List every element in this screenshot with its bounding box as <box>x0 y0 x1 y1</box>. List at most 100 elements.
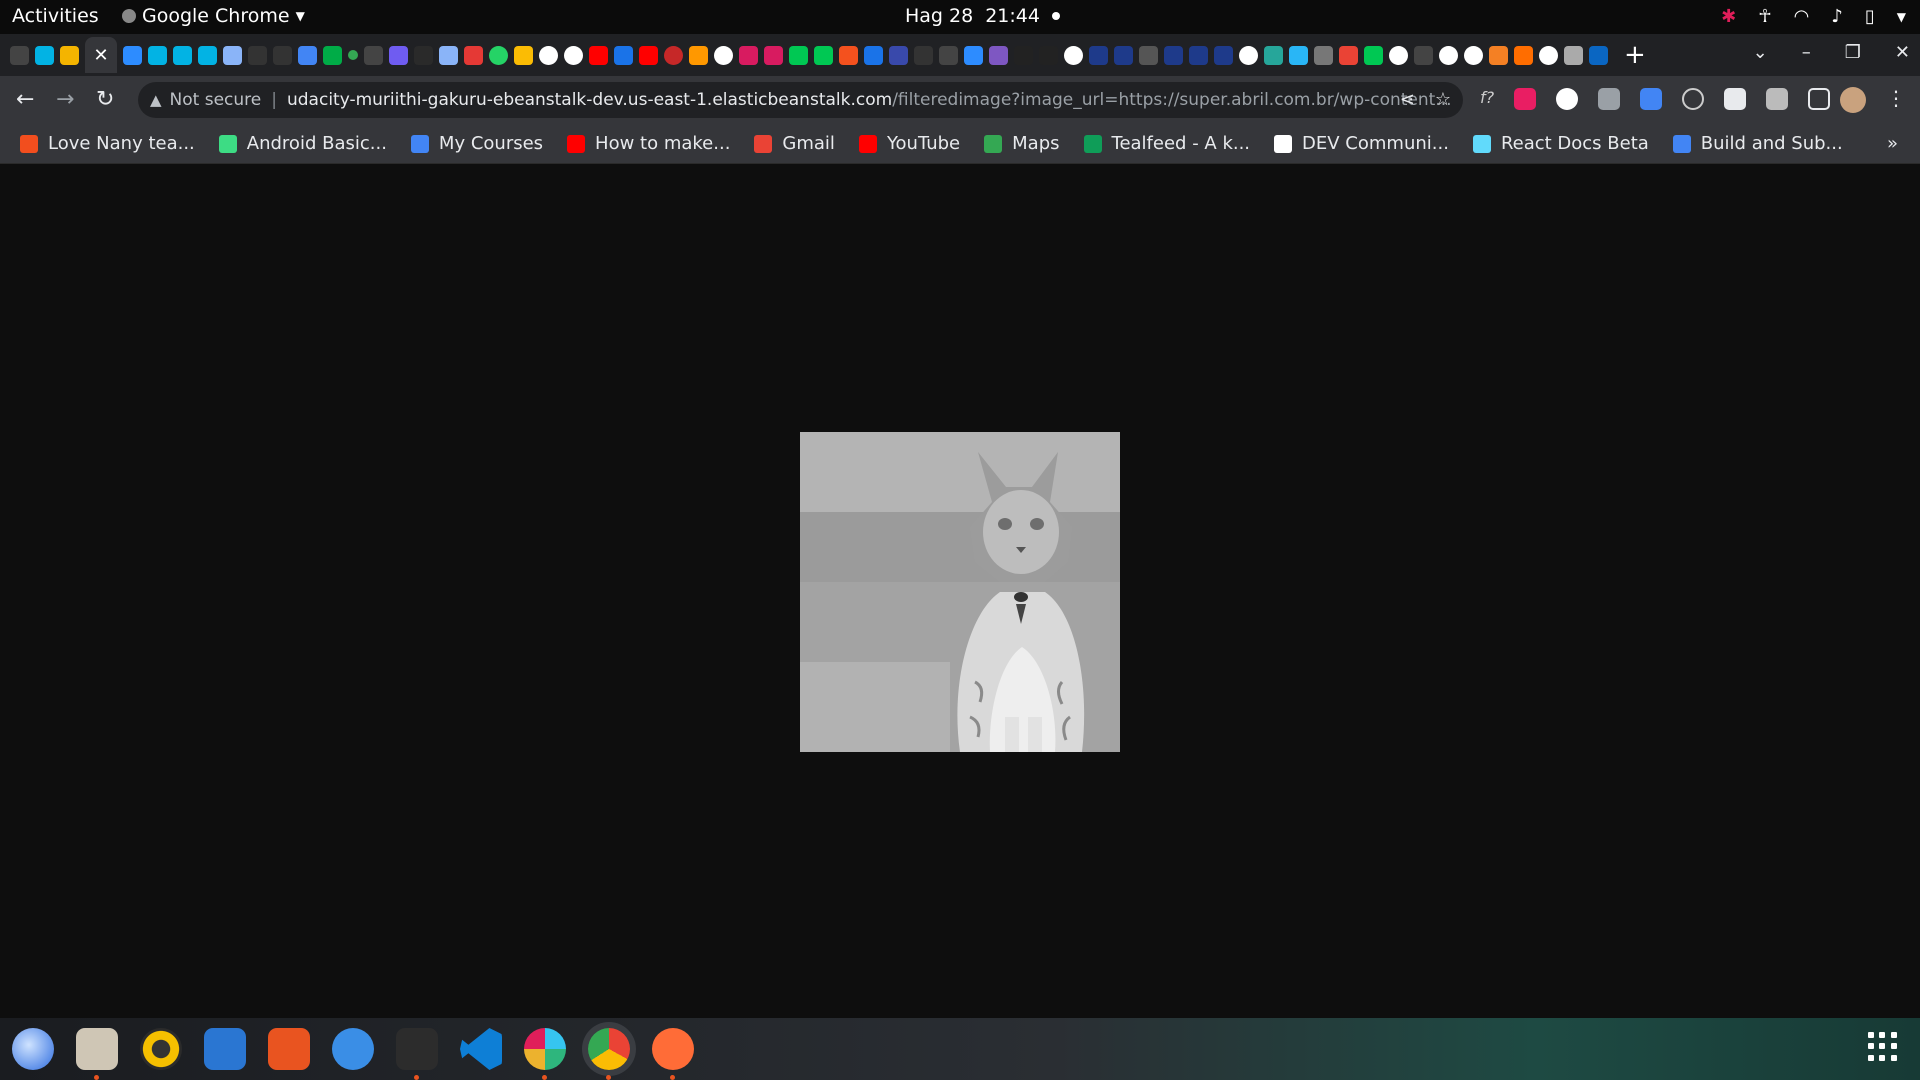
tab-favicon-icon[interactable] <box>739 45 758 65</box>
bookmark-item[interactable]: Maps <box>984 133 1060 154</box>
warning-triangle-icon[interactable]: ▲ <box>150 91 162 109</box>
tab-favicon-icon[interactable] <box>839 45 858 65</box>
show-applications-icon[interactable] <box>1868 1032 1898 1062</box>
tab-favicon-icon[interactable] <box>864 45 883 65</box>
tab-favicon-icon[interactable] <box>564 45 583 65</box>
tab-favicon-icon[interactable] <box>1589 45 1608 65</box>
tab-favicon-icon[interactable] <box>323 45 342 65</box>
extension-icon[interactable] <box>1556 88 1579 110</box>
tab-favicon-icon[interactable] <box>1364 45 1383 65</box>
tab-favicon-icon[interactable] <box>198 45 217 65</box>
tab-favicon-icon[interactable] <box>60 45 79 65</box>
tab-active-close-button[interactable]: ✕ <box>85 37 117 73</box>
terminal-icon[interactable] <box>396 1028 438 1080</box>
share-icon[interactable]: ⋖ <box>1400 89 1415 110</box>
tab-favicon-icon[interactable] <box>173 45 192 65</box>
tab-favicon-icon[interactable] <box>639 45 658 65</box>
vscode-icon[interactable] <box>460 1028 502 1070</box>
help-icon[interactable] <box>332 1028 374 1070</box>
tab-favicon-icon[interactable] <box>1514 45 1533 65</box>
bookmark-item[interactable]: Gmail <box>754 133 835 154</box>
tab-favicon-icon[interactable] <box>814 45 833 65</box>
slack-icon[interactable] <box>524 1028 566 1080</box>
writer-icon[interactable] <box>204 1028 246 1070</box>
tab-favicon-icon[interactable] <box>514 45 533 65</box>
system-tray[interactable]: ✱ ☥ ◠ ♪ ▯ ▼ <box>1721 6 1906 27</box>
tab-favicon-icon[interactable] <box>689 45 708 65</box>
app-menu[interactable]: Google Chrome ▼ <box>122 5 305 27</box>
formula-extension-icon[interactable]: f? <box>1480 88 1494 110</box>
bookmark-item[interactable]: YouTube <box>858 133 960 154</box>
battery-icon[interactable]: ▯ <box>1865 6 1875 27</box>
slack-tray-icon[interactable]: ✱ <box>1721 6 1736 27</box>
tab-favicon-icon[interactable] <box>223 45 242 65</box>
filtered-cat-image[interactable] <box>800 432 1120 752</box>
tab-favicon-icon[interactable] <box>1489 45 1508 65</box>
vue-devtools-icon[interactable] <box>1598 88 1621 110</box>
tab-favicon-icon[interactable] <box>589 45 608 65</box>
extension-icon[interactable] <box>1514 88 1537 110</box>
tab-favicon-icon[interactable] <box>914 45 933 65</box>
tab-favicon-icon[interactable] <box>889 45 908 65</box>
chevron-down-icon[interactable]: ▼ <box>1897 10 1906 24</box>
tab-favicon-icon[interactable] <box>539 45 558 65</box>
tab-favicon-icon[interactable] <box>1389 45 1408 65</box>
tab-favicon-icon[interactable] <box>1064 45 1083 65</box>
tab-favicon-icon[interactable] <box>1539 45 1558 65</box>
tab-favicon-icon[interactable] <box>1189 45 1208 65</box>
side-panel-icon[interactable] <box>1808 88 1831 110</box>
kebab-menu-icon[interactable]: ⋮ <box>1886 86 1906 110</box>
close-window-icon[interactable]: ✕ <box>1895 42 1910 63</box>
new-tab-button[interactable]: + <box>1624 40 1646 70</box>
tab-favicon-icon[interactable] <box>389 45 408 65</box>
wifi-icon[interactable]: ◠ <box>1794 6 1810 27</box>
tab-favicon-icon[interactable] <box>714 45 733 65</box>
security-label[interactable]: Not secure <box>170 90 262 110</box>
bookmark-item[interactable]: Tealfeed - A k... <box>1083 133 1250 154</box>
tab-favicon-icon[interactable] <box>939 45 958 65</box>
tab-favicon-icon[interactable] <box>764 45 783 65</box>
reload-icon[interactable]: ↻ <box>96 87 114 112</box>
software-center-icon[interactable] <box>268 1028 310 1070</box>
bookmark-star-icon[interactable]: ☆ <box>1435 89 1451 110</box>
back-arrow-icon[interactable]: ← <box>16 87 34 112</box>
tab-favicon-icon[interactable] <box>348 50 358 60</box>
restore-icon[interactable]: ❐ <box>1845 42 1861 63</box>
tab-favicon-icon[interactable] <box>1414 45 1433 65</box>
tab-favicon-icon[interactable] <box>1114 45 1133 65</box>
tab-favicon-icon[interactable] <box>414 45 433 65</box>
url-path[interactable]: /filteredimage?image_url=https://super.a… <box>892 90 1451 110</box>
tab-favicon-icon[interactable] <box>35 45 54 65</box>
tab-favicon-icon[interactable] <box>664 45 683 65</box>
postman-icon[interactable] <box>652 1028 694 1080</box>
chrome-icon[interactable] <box>588 1028 630 1080</box>
tab-favicon-icon[interactable] <box>964 45 983 65</box>
tab-favicon-icon[interactable] <box>1014 45 1033 65</box>
bookmark-item[interactable]: My Courses <box>410 133 543 154</box>
bookmark-item[interactable]: Android Basic... <box>218 133 387 154</box>
files-icon[interactable] <box>76 1028 118 1080</box>
bookmarks-overflow-button[interactable]: » <box>1887 133 1898 154</box>
tab-favicon-icon[interactable] <box>1139 45 1158 65</box>
tab-favicon-icon[interactable] <box>1564 45 1583 65</box>
react-devtools-icon[interactable] <box>1682 88 1705 110</box>
tab-favicon-icon[interactable] <box>298 45 317 65</box>
tab-favicon-icon[interactable] <box>1264 45 1283 65</box>
forward-arrow-icon[interactable]: → <box>56 87 74 112</box>
url-host[interactable]: udacity-muriithi-gakuru-ebeanstalk-dev.u… <box>287 90 892 110</box>
close-icon[interactable]: ✕ <box>93 45 108 66</box>
tab-favicon-icon[interactable] <box>1339 45 1358 65</box>
puzzle-extensions-icon[interactable] <box>1724 88 1747 110</box>
bookmark-item[interactable]: Build and Sub... <box>1672 133 1843 154</box>
tab-favicon-icon[interactable] <box>1289 45 1308 65</box>
tab-favicon-icon[interactable] <box>1089 45 1108 65</box>
tab-favicon-icon[interactable] <box>1239 45 1258 65</box>
tab-search-chevron-icon[interactable]: ⌄ <box>1753 42 1768 63</box>
bookmark-item[interactable]: Love Nany tea... <box>20 133 195 154</box>
media-control-icon[interactable] <box>1766 88 1789 110</box>
tab-favicon-icon[interactable] <box>364 45 383 65</box>
rhythmbox-icon[interactable] <box>140 1028 182 1070</box>
tab-favicon-icon[interactable] <box>1314 45 1333 65</box>
translate-icon[interactable] <box>1640 88 1663 110</box>
accessibility-icon[interactable]: ☥ <box>1758 6 1771 27</box>
